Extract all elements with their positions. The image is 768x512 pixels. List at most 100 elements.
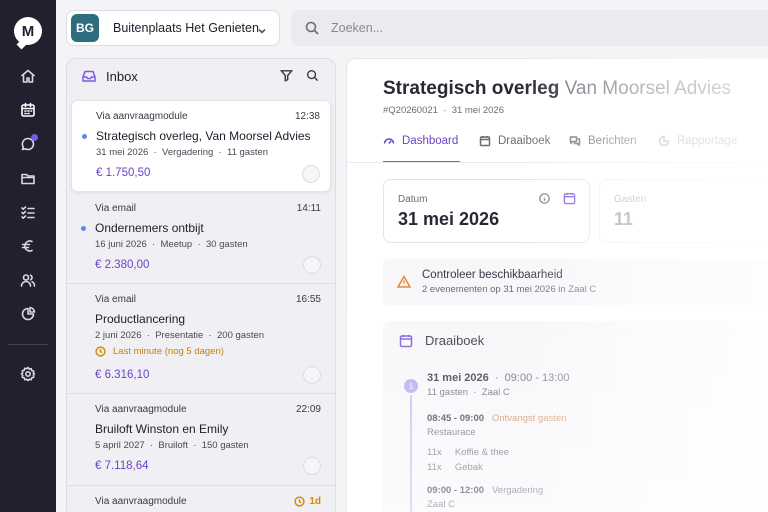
inbox-search-icon[interactable] [306, 69, 320, 83]
schedule-row: 09:00 - 12:00 Vergadering [427, 485, 544, 496]
alert-text: 2 evenementen op 31 mei 2026 in Zaal C [422, 284, 597, 295]
tab-bar: Dashboard Draaiboek Berichten Rapportage [383, 133, 768, 163]
inbox-icon [82, 70, 96, 82]
logo-letter: M [21, 22, 35, 40]
stat-value: 31 mei 2026 [398, 209, 500, 229]
item-price: € 6.316,10 [95, 369, 150, 381]
users-icon[interactable] [18, 270, 38, 290]
checklist-icon[interactable] [18, 202, 38, 222]
messages-icon[interactable] [18, 134, 38, 154]
item-title: Bruiloft Winston en Emily [95, 422, 229, 436]
inbox-item[interactable]: Via email 14:11 Ondernemers ontbijt 16 j… [71, 193, 331, 283]
inbox-item[interactable]: Via aanvraagmodule 22:09 Bruiloft Winsto… [71, 394, 331, 484]
pie-chart-icon [658, 135, 670, 147]
home-icon[interactable] [18, 66, 38, 86]
item-price: € 7.118,64 [95, 460, 149, 472]
session-heading: 31 mei 2026 · 09:00 - 13:00 [427, 372, 570, 384]
inbox-title: Inbox [106, 68, 138, 84]
item-source: Via aanvraagmodule [95, 496, 187, 507]
folder-icon[interactable] [18, 168, 38, 188]
item-time: 16:55 [295, 294, 321, 305]
inbox-header: Inbox [67, 59, 335, 93]
item-source: Via aanvraagmodule [95, 404, 187, 415]
calendar-icon [399, 334, 413, 347]
select-checkbox[interactable] [303, 366, 321, 384]
chevron-down-icon [257, 23, 267, 34]
venue-selector[interactable]: BG Buitenplaats Het Genieten [66, 10, 280, 46]
inbox-item[interactable]: Via email 16:55 Productlancering 2 juni … [71, 284, 331, 392]
item-meta: 31 mei 2026 · Vergadering · 11 gasten [96, 147, 269, 158]
inbox-item[interactable]: Via aanvraagmodule 12:38 Strategisch ove… [71, 100, 331, 192]
tab-berichten[interactable]: Berichten [569, 135, 637, 147]
item-meta: 16 juni 2026 · Meetup · 30 gasten [95, 239, 248, 250]
item-time: 22:09 [295, 404, 321, 415]
settings-gear-icon[interactable] [18, 364, 38, 384]
gauge-icon [383, 138, 395, 144]
schedule-item: 11x Koffie & thee [427, 447, 510, 458]
item-title: Strategisch overleg, Van Moorsel Advies [96, 129, 311, 143]
detail-meta: #Q20260021 · 31 mei 2026 [383, 105, 504, 116]
unread-dot [82, 134, 87, 139]
euro-icon[interactable] [18, 236, 38, 256]
unread-dot [81, 226, 86, 231]
schedule-place: Restaurace [427, 427, 476, 438]
inbox-item[interactable]: Via aanvraagmodule 1d [71, 486, 331, 512]
schedule-place: Zaal C [427, 499, 455, 510]
filter-icon[interactable] [279, 69, 294, 83]
item-source: Via aanvraagmodule [96, 111, 188, 122]
item-price: € 1.750,50 [96, 167, 151, 179]
select-checkbox[interactable] [303, 256, 321, 274]
select-checkbox[interactable] [302, 165, 320, 183]
warning-triangle-icon [397, 275, 411, 288]
item-time: 12:38 [294, 111, 320, 122]
reports-pie-icon[interactable] [18, 304, 38, 324]
item-title: Productlancering [95, 312, 186, 326]
calendar-icon [479, 136, 491, 147]
stat-value: 11 [614, 209, 634, 229]
item-price: € 2.380,00 [95, 259, 150, 271]
tabs-divider [347, 162, 768, 163]
item-meta: 2 juni 2026 · Presentatie · 200 gasten [95, 330, 265, 341]
item-time: 14:11 [296, 203, 321, 214]
stat-card-date: Datum 31 mei 2026 [383, 179, 590, 243]
stat-label: Gasten [614, 194, 647, 205]
item-time: 1d [294, 496, 321, 507]
search-input[interactable]: Zoeken... [331, 21, 383, 35]
stat-card-guests: Gasten 11 [599, 179, 768, 243]
draaiboek-card: Draaiboek 1 31 mei 2026 · 09:00 - 13:00 … [383, 321, 768, 512]
last-minute-warning: Last minute (nog 5 dagen) [95, 346, 224, 357]
sidebar: M [0, 0, 56, 512]
clock-icon [95, 346, 106, 357]
chat-icon [569, 136, 581, 147]
tab-draaiboek[interactable]: Draaiboek [479, 135, 550, 147]
step-number: 1 [404, 379, 418, 393]
timeline-line [410, 395, 412, 512]
draaiboek-header: Draaiboek [399, 333, 484, 348]
item-meta: 5 april 2027 · Bruiloft · 150 gasten [95, 440, 249, 451]
availability-alert: Controleer beschikbaarheid 2 evenementen… [383, 259, 768, 305]
notification-dot [31, 134, 38, 141]
item-title: Ondernemers ontbijt [95, 221, 204, 235]
stat-label: Datum [398, 194, 428, 205]
page-title: Strategisch overleg Van Moorsel Advies [383, 78, 732, 99]
search-bar[interactable]: Zoeken... [291, 10, 768, 46]
schedule-item: 11x Gebak [427, 462, 483, 473]
clock-icon [294, 496, 305, 507]
item-source: Via email [95, 294, 136, 305]
session-meta: 11 gasten · Zaal C [427, 387, 510, 398]
alert-title: Controleer beschikbaarheid [422, 269, 563, 281]
item-source: Via email [95, 203, 136, 214]
venue-name: Buitenplaats Het Genieten [113, 21, 259, 35]
app-logo[interactable]: M [14, 17, 42, 45]
schedule-row: 08:45 - 09:00 Ontvangst gasten [427, 413, 567, 424]
select-checkbox[interactable] [303, 457, 321, 475]
tab-dashboard[interactable]: Dashboard [383, 135, 458, 147]
sidebar-divider [8, 344, 48, 345]
calendar-edit-icon[interactable] [563, 192, 577, 206]
tab-rapportage[interactable]: Rapportage [658, 135, 737, 147]
detail-panel: Strategisch overleg Van Moorsel Advies #… [346, 58, 768, 512]
inbox-panel: Inbox Via aanvraagmodule 12:38 Strategis… [66, 58, 336, 512]
calendar-icon[interactable] [18, 100, 38, 120]
search-icon [305, 21, 319, 35]
info-icon[interactable] [538, 192, 552, 206]
